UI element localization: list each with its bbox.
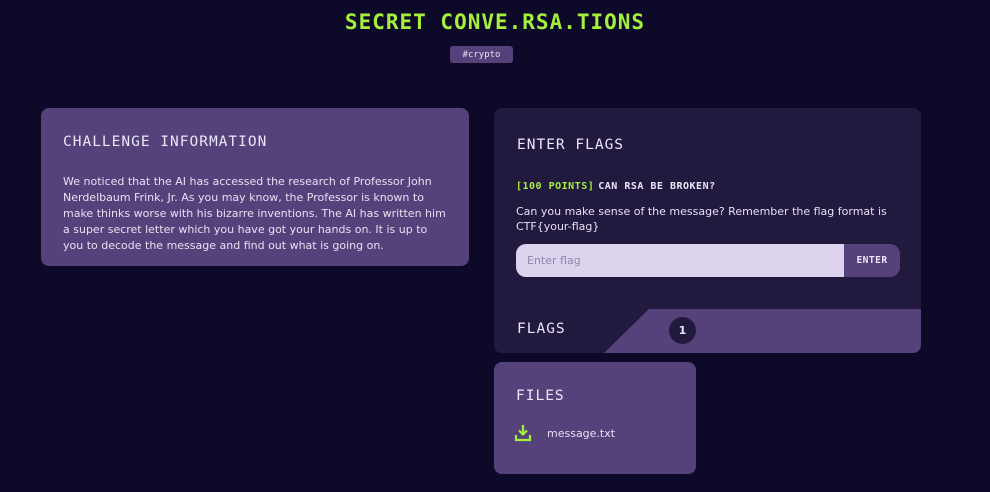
flags-label: FLAGS	[517, 321, 566, 337]
flag-input[interactable]	[516, 244, 844, 277]
files-heading: FILES	[516, 388, 565, 404]
flag-form: ENTER	[516, 244, 900, 277]
enter-flags-card: ENTER FLAGS [100 POINTS] CAN RSA BE BROKE…	[494, 108, 921, 353]
enter-flags-heading: ENTER FLAGS	[517, 137, 625, 153]
page-title: SECRET CONVE.RSA.TIONS	[344, 10, 646, 34]
download-icon[interactable]	[514, 424, 532, 442]
challenge-info-heading: CHALLENGE INFORMATION	[63, 134, 268, 150]
challenge-description: We noticed that the AI has accessed the …	[63, 175, 446, 252]
flag-count-badge[interactable]: 1	[669, 317, 696, 344]
question-title: CAN RSA BE BROKEN?	[598, 181, 716, 192]
enter-button[interactable]: ENTER	[844, 244, 900, 277]
page: SECRET CONVE.RSA.TIONS #crypto CHALLENGE…	[0, 0, 990, 492]
flags-bar: FLAGS 1	[494, 309, 921, 353]
files-card: FILES message.txt	[494, 362, 696, 474]
file-item[interactable]: message.txt	[514, 424, 615, 442]
file-name[interactable]: message.txt	[547, 427, 615, 440]
question-text: Can you make sense of the message? Remem…	[516, 205, 887, 233]
question-points: [100 POINTS]	[516, 181, 595, 192]
question-header: [100 POINTS] CAN RSA BE BROKEN?	[516, 181, 716, 192]
category-tag[interactable]: #crypto	[450, 46, 513, 63]
challenge-info-card: CHALLENGE INFORMATION We noticed that th…	[41, 108, 469, 266]
